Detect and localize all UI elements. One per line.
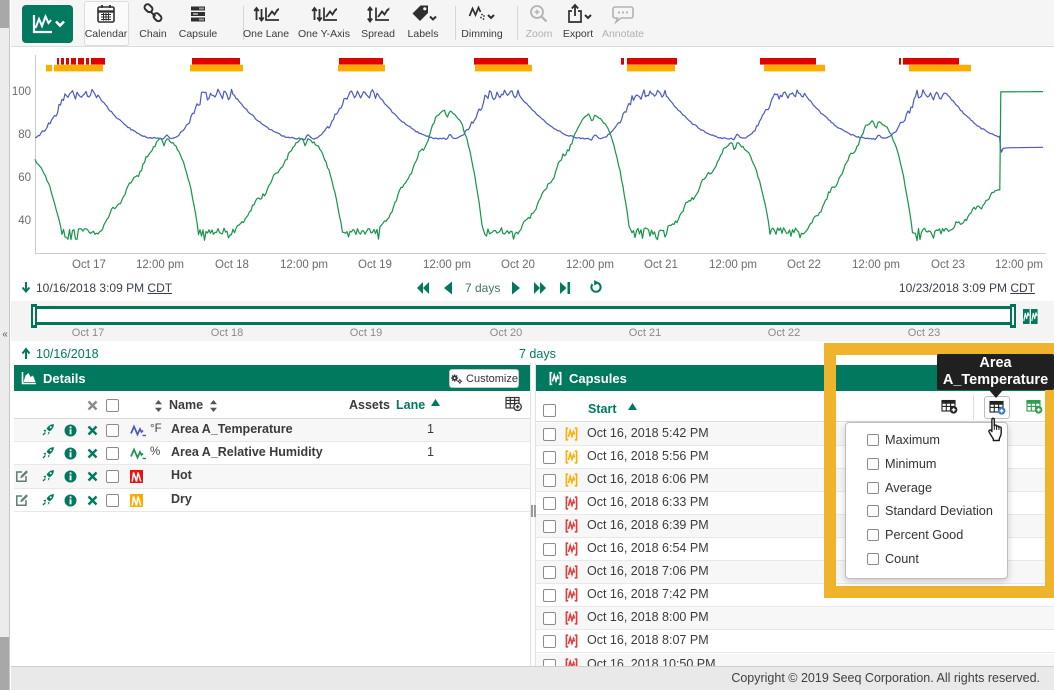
svg-text:12:00 pm: 12:00 pm: [995, 259, 1043, 271]
svg-text:Oct 22: Oct 22: [787, 259, 821, 271]
svg-text:60: 60: [18, 172, 31, 184]
svg-text:Oct 20: Oct 20: [501, 259, 535, 271]
svg-text:12:00 pm: 12:00 pm: [136, 259, 184, 271]
svg-text:40: 40: [18, 215, 31, 227]
svg-text:12:00 pm: 12:00 pm: [709, 259, 757, 271]
svg-text:Oct 17: Oct 17: [72, 259, 106, 271]
svg-text:12:00 pm: 12:00 pm: [280, 259, 328, 271]
svg-text:100: 100: [12, 86, 31, 98]
svg-text:12:00 pm: 12:00 pm: [423, 259, 471, 271]
svg-text:Oct 19: Oct 19: [358, 259, 392, 271]
svg-text:Oct 21: Oct 21: [644, 259, 678, 271]
svg-text:Oct 18: Oct 18: [215, 259, 249, 271]
svg-text:12:00 pm: 12:00 pm: [852, 259, 900, 271]
svg-text:12:00 pm: 12:00 pm: [566, 259, 614, 271]
svg-text:80: 80: [18, 129, 31, 141]
svg-text:Oct 23: Oct 23: [931, 259, 965, 271]
